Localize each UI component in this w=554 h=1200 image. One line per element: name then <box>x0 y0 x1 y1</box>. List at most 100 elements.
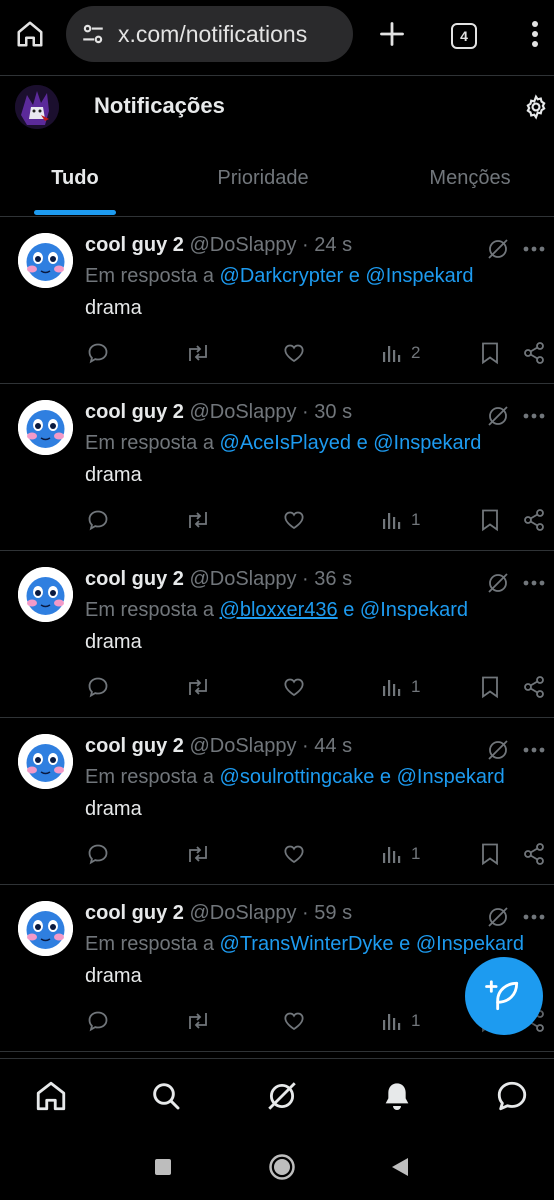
more-button[interactable] <box>520 569 548 597</box>
tab-switcher-button[interactable]: 4 <box>444 16 484 56</box>
author-name[interactable]: cool guy 2 <box>85 401 184 423</box>
more-button[interactable] <box>520 235 548 263</box>
nav-search[interactable] <box>146 1076 186 1116</box>
new-tab-button[interactable] <box>372 14 412 54</box>
more-button[interactable] <box>520 402 548 430</box>
grok-button[interactable] <box>484 903 512 931</box>
reply-button[interactable] <box>86 673 110 701</box>
grok-button[interactable] <box>484 235 512 263</box>
mention-link[interactable]: @Inspekard <box>373 432 481 454</box>
mention-link[interactable]: @Inspekard <box>360 599 468 621</box>
blue-face-avatar-image <box>18 901 73 956</box>
mention-link[interactable]: @TransWinterDyke <box>220 933 394 955</box>
grok-icon <box>488 239 508 259</box>
bookmark-button[interactable] <box>479 339 501 367</box>
post-header: cool guy 2 @DoSlappy · 24 s <box>85 234 352 257</box>
author-handle-time: @DoSlappy · 36 s <box>189 568 353 590</box>
author-name[interactable]: cool guy 2 <box>85 902 184 924</box>
reply-prefix: Em resposta a <box>85 432 214 454</box>
more-button[interactable] <box>520 903 548 931</box>
post-actions: 1 <box>0 840 554 868</box>
compose-feather-icon <box>485 980 519 1011</box>
recents-button[interactable] <box>146 1150 180 1184</box>
notification-feed: cool guy 2 @DoSlappy · 24 s Em resposta … <box>0 217 554 1052</box>
mention-link[interactable]: @bloxxer436 <box>220 599 338 621</box>
more-horiz-icon <box>523 246 545 252</box>
post-actions: 1 <box>0 506 554 534</box>
share-button[interactable] <box>522 840 546 868</box>
reply-button[interactable] <box>86 339 110 367</box>
nav-notifications[interactable] <box>377 1076 417 1116</box>
browser-menu-button[interactable] <box>520 14 550 54</box>
browser-home-button[interactable] <box>12 14 48 54</box>
views-button[interactable]: 2 <box>381 339 420 367</box>
views-button[interactable]: 1 <box>381 673 420 701</box>
more-horiz-icon <box>523 747 545 753</box>
post-avatar[interactable] <box>18 233 73 288</box>
nav-messages[interactable] <box>492 1076 532 1116</box>
tab-priority[interactable]: Prioridade <box>188 140 338 217</box>
share-button[interactable] <box>522 339 546 367</box>
compose-post-button[interactable] <box>465 957 543 1035</box>
reply-context: Em resposta a @bloxxer436 e @Inspekard <box>85 599 468 622</box>
repost-button[interactable] <box>185 1007 211 1035</box>
like-icon <box>284 511 304 530</box>
browser-toolbar: x.com/notifications 4 <box>0 0 554 76</box>
mention-link[interactable]: @Inspekard <box>365 265 473 287</box>
reply-button[interactable] <box>86 506 110 534</box>
address-bar[interactable]: x.com/notifications <box>66 6 353 62</box>
views-button[interactable]: 1 <box>381 1007 420 1035</box>
post[interactable]: cool guy 2 @DoSlappy · 44 s Em resposta … <box>0 718 554 885</box>
post-avatar[interactable] <box>18 567 73 622</box>
settings-button[interactable] <box>520 91 552 123</box>
tab-mentions[interactable]: Menções <box>395 140 545 217</box>
post-avatar[interactable] <box>18 400 73 455</box>
like-button[interactable] <box>282 1007 306 1035</box>
bookmark-button[interactable] <box>479 840 501 868</box>
back-button[interactable] <box>383 1150 417 1184</box>
share-button[interactable] <box>522 506 546 534</box>
bookmark-button[interactable] <box>479 673 501 701</box>
reply-button[interactable] <box>86 840 110 868</box>
post[interactable]: cool guy 2 @DoSlappy · 30 s Em resposta … <box>0 384 554 551</box>
views-button[interactable]: 1 <box>381 840 420 868</box>
mention-link[interactable]: @soulrottingcake <box>220 766 375 788</box>
reply-button[interactable] <box>86 1007 110 1035</box>
post[interactable]: cool guy 2 @DoSlappy · 36 s Em resposta … <box>0 551 554 718</box>
like-button[interactable] <box>282 506 306 534</box>
author-name[interactable]: cool guy 2 <box>85 234 184 256</box>
nav-home[interactable] <box>31 1076 71 1116</box>
repost-button[interactable] <box>185 840 211 868</box>
repost-button[interactable] <box>185 339 211 367</box>
views-button[interactable]: 1 <box>381 506 420 534</box>
post[interactable]: cool guy 2 @DoSlappy · 24 s Em resposta … <box>0 217 554 384</box>
share-button[interactable] <box>522 673 546 701</box>
post[interactable]: cool guy 2 @DoSlappy · 59 s Em resposta … <box>0 885 554 1052</box>
mention-link[interactable]: @AceIsPlayed <box>220 432 351 454</box>
bookmark-button[interactable] <box>479 506 501 534</box>
like-button[interactable] <box>282 840 306 868</box>
system-home-button[interactable] <box>265 1150 299 1184</box>
grok-button[interactable] <box>484 736 512 764</box>
repost-button[interactable] <box>185 506 211 534</box>
more-button[interactable] <box>520 736 548 764</box>
mention-link[interactable]: @Darkcrypter <box>220 265 344 287</box>
mention-link[interactable]: @Inspekard <box>416 933 524 955</box>
like-button[interactable] <box>282 673 306 701</box>
mention-link[interactable]: @Inspekard <box>397 766 505 788</box>
url-text: x.com/notifications <box>118 20 308 47</box>
blue-face-avatar-image <box>18 567 73 622</box>
post-avatar[interactable] <box>18 901 73 956</box>
like-icon <box>284 344 304 363</box>
author-name[interactable]: cool guy 2 <box>85 735 184 757</box>
post-avatar[interactable] <box>18 734 73 789</box>
author-name[interactable]: cool guy 2 <box>85 568 184 590</box>
grok-button[interactable] <box>484 402 512 430</box>
nav-grok[interactable] <box>262 1076 302 1116</box>
like-button[interactable] <box>282 339 306 367</box>
author-handle-time: @DoSlappy · 30 s <box>189 401 353 423</box>
grok-button[interactable] <box>484 569 512 597</box>
repost-button[interactable] <box>185 673 211 701</box>
tab-all[interactable]: Tudo <box>0 140 150 217</box>
profile-avatar[interactable] <box>15 85 59 129</box>
